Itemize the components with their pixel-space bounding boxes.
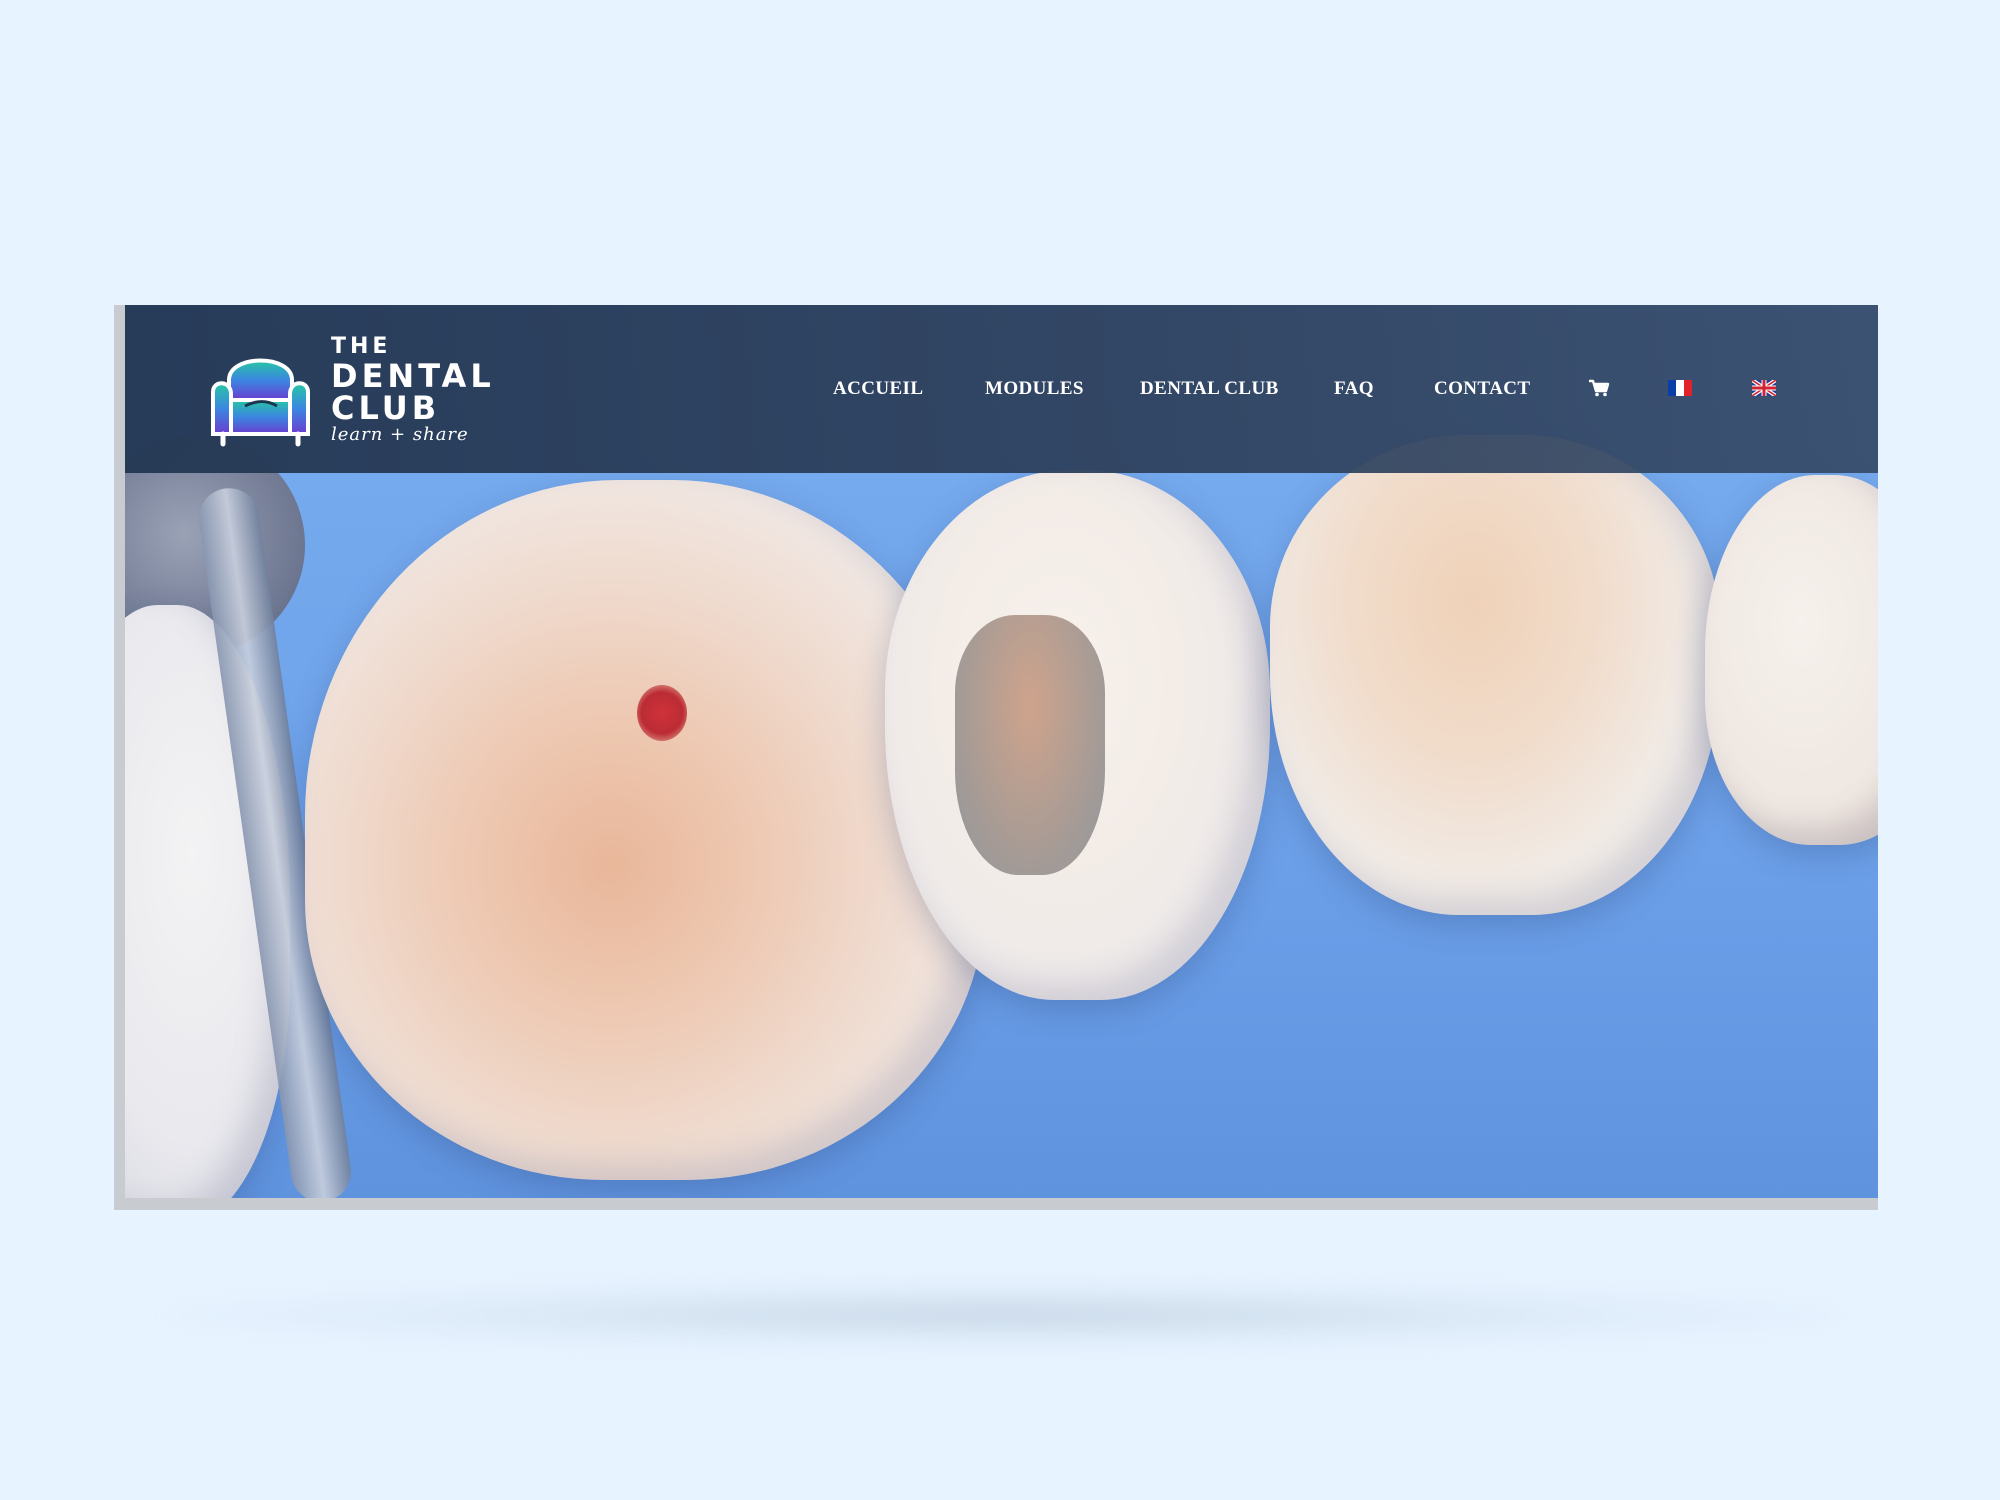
flag-fr-icon[interactable] <box>1668 380 1692 396</box>
tooth-image <box>1705 475 1878 845</box>
tooth-image <box>305 480 985 1180</box>
logo-club: CLUB <box>331 389 441 427</box>
nav-faq-link[interactable]: FAQ <box>1334 378 1374 400</box>
nav-modules-link[interactable]: MODULES <box>985 378 1084 400</box>
device-shadow <box>160 1280 1850 1350</box>
cavity-spot <box>637 685 687 741</box>
flag-fr-blue <box>1668 380 1676 396</box>
nav-dental-club-link[interactable]: DENTAL CLUB <box>1140 378 1279 400</box>
logo-tagline: learn + share <box>331 424 469 445</box>
nav-contact-link[interactable]: CONTACT <box>1434 378 1530 400</box>
flag-fr-red <box>1684 380 1692 396</box>
flag-uk-icon[interactable] <box>1752 380 1776 396</box>
site-header: THE DENTAL CLUB learn + share ACCUEIL MO… <box>125 305 1878 473</box>
armchair-logo-icon <box>211 358 310 447</box>
site-logo[interactable]: THE DENTAL CLUB learn + share <box>209 332 491 447</box>
nav-accueil-link[interactable]: ACCUEIL <box>833 378 923 400</box>
prepared-cavity <box>955 615 1105 875</box>
page-background: THE DENTAL CLUB learn + share ACCUEIL MO… <box>0 0 2000 1500</box>
logo-dental: DENTAL <box>331 357 495 395</box>
tooth-image <box>1270 435 1720 915</box>
logo-wordmark: THE DENTAL CLUB learn + share <box>331 336 495 444</box>
cart-icon[interactable] <box>1588 379 1610 397</box>
flag-fr-white <box>1676 380 1684 396</box>
website-screenshot: THE DENTAL CLUB learn + share ACCUEIL MO… <box>125 305 1878 1198</box>
